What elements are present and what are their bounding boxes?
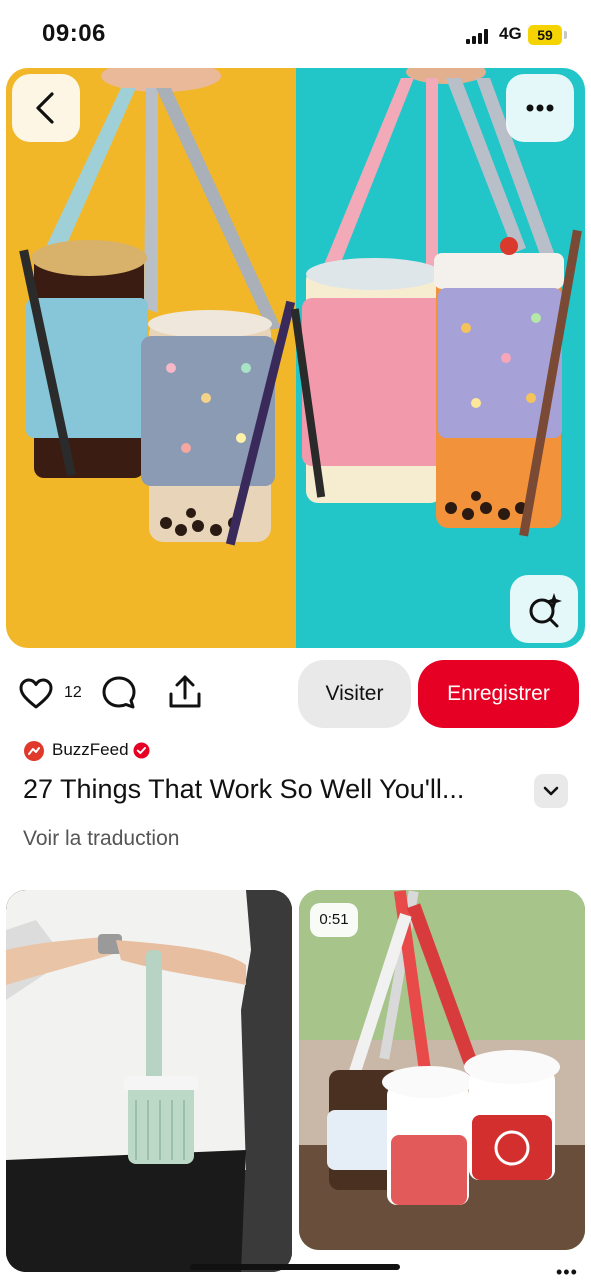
visual-search-icon	[529, 593, 562, 628]
chevron-left-icon	[36, 92, 54, 124]
pin-title: 27 Things That Work So Well You'll...	[23, 774, 465, 804]
home-indicator[interactable]	[190, 1264, 400, 1270]
like-count: 12	[64, 684, 82, 701]
status-time: 09:06	[42, 20, 106, 47]
card-more-icon[interactable]: •••	[556, 1262, 578, 1280]
network-type: 4G	[499, 24, 522, 43]
share-icon[interactable]	[166, 672, 204, 712]
comment-icon[interactable]	[100, 674, 138, 712]
source-name[interactable]: BuzzFeed	[52, 740, 129, 760]
related-video-pin-image	[299, 890, 585, 1250]
buzzfeed-logo-icon[interactable]	[24, 741, 44, 761]
expand-description-button[interactable]	[534, 774, 568, 808]
pin-detail-screen: 09:06 4G 59 12 Visiter Enregistrer BuzzF…	[0, 0, 591, 1280]
battery-level: 59	[528, 25, 562, 45]
verified-check-icon	[133, 742, 150, 759]
battery-icon	[564, 31, 567, 39]
save-button[interactable]: Enregistrer	[418, 660, 579, 728]
signal-icon	[466, 28, 492, 44]
video-duration-badge: 0:51	[310, 903, 358, 937]
visit-button[interactable]: Visiter	[298, 660, 411, 728]
related-video-pin-card[interactable]	[299, 890, 585, 1250]
pin-image[interactable]	[6, 68, 585, 648]
related-pin-image	[6, 890, 292, 1272]
see-translation-link[interactable]: Voir la traduction	[23, 827, 179, 851]
cup-sleeves-illustration	[19, 68, 582, 546]
chevron-down-icon	[543, 786, 559, 796]
heart-icon[interactable]	[18, 676, 54, 712]
visual-search-button[interactable]	[510, 575, 578, 643]
related-pin-card[interactable]	[6, 890, 292, 1272]
more-horizontal-icon	[526, 104, 554, 112]
more-options-button[interactable]	[506, 74, 574, 142]
status-bar: 09:06 4G 59	[0, 0, 591, 66]
back-button[interactable]	[12, 74, 80, 142]
